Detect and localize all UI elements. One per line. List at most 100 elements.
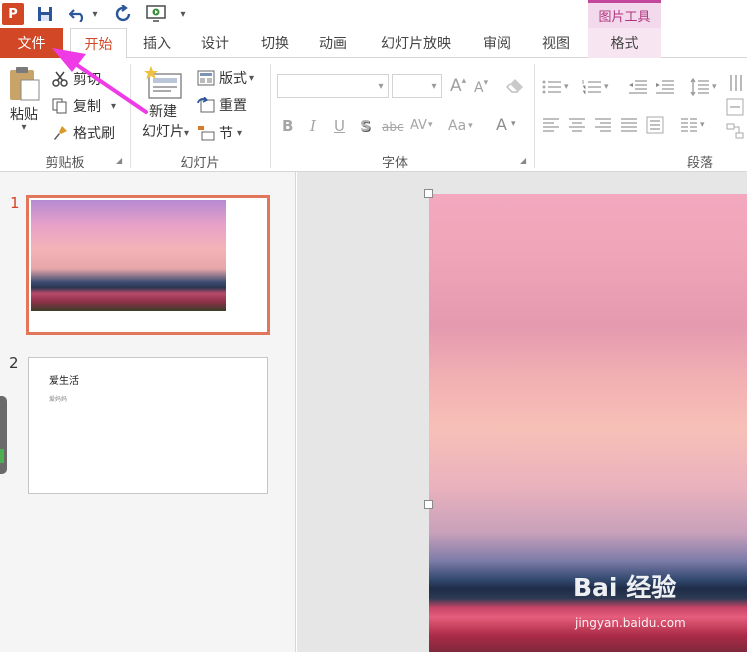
slide-thumbnail-1[interactable] [26, 195, 270, 335]
columns-button[interactable]: ▾ [680, 114, 705, 136]
copy-label: 复制 [73, 99, 101, 115]
reset-label: 重置 [219, 98, 247, 114]
eraser-icon [506, 77, 526, 95]
increase-indent-button[interactable] [655, 76, 675, 98]
tab-transitions[interactable]: 切换 [250, 28, 300, 58]
save-icon[interactable] [34, 3, 56, 25]
font-color-button[interactable]: A ▾ [496, 112, 515, 136]
new-slide-label-line1: 新建 [149, 104, 177, 120]
align-left-button[interactable] [542, 114, 560, 136]
tab-animations[interactable]: 动画 [308, 28, 358, 58]
grow-font-icon: A [450, 76, 462, 96]
tab-slideshow[interactable]: 幻灯片放映 [370, 28, 462, 58]
slide-thumbnail-pane: 1 2 爱生活 爱妈妈 [0, 172, 296, 652]
cut-button[interactable]: 剪切 [50, 68, 101, 90]
copy-button[interactable]: 复制 ▾ [50, 95, 116, 117]
font-launcher-icon[interactable]: ◢ [520, 156, 526, 165]
clipboard-launcher-icon[interactable]: ◢ [116, 156, 122, 165]
numbering-button[interactable]: ▾ [582, 76, 609, 98]
tab-format[interactable]: 格式 [588, 28, 661, 58]
justify-button[interactable] [620, 114, 638, 136]
tab-home[interactable]: 开始 [70, 28, 127, 59]
italic-button[interactable]: I [310, 114, 316, 138]
cut-label: 剪切 [73, 72, 101, 88]
resize-handle-middle-left[interactable] [424, 500, 433, 509]
line-spacing-dropdown-arrow[interactable]: ▾ [712, 82, 717, 92]
section-label: 节 [219, 126, 233, 142]
text-direction-icon [728, 73, 746, 93]
brush-icon [50, 125, 70, 141]
tab-review[interactable]: 审阅 [472, 28, 522, 58]
section-icon [196, 125, 216, 141]
tab-design[interactable]: 设计 [190, 28, 240, 58]
layout-dropdown-arrow[interactable]: ▾ [249, 73, 254, 84]
group-divider [534, 64, 535, 168]
redo-icon[interactable] [112, 3, 136, 25]
font-name-combobox[interactable]: ▾ [277, 74, 389, 98]
new-slide-icon [143, 66, 183, 100]
bullets-dropdown-arrow[interactable]: ▾ [564, 82, 569, 92]
bullets-icon [542, 79, 562, 95]
paste-button[interactable]: 粘贴 ▾ [4, 66, 44, 138]
format-painter-button[interactable]: 格式刷 [50, 122, 115, 144]
bold-button[interactable]: B [282, 114, 293, 138]
numbering-dropdown-arrow[interactable]: ▾ [604, 82, 609, 92]
change-case-icon: Aa [448, 118, 467, 134]
text-direction-button[interactable] [728, 72, 746, 94]
text-shadow-button[interactable]: S [360, 114, 371, 138]
strikethrough-button[interactable]: abc [382, 115, 404, 139]
shrink-font-button[interactable]: A ▾ [474, 76, 488, 100]
copy-dropdown-arrow[interactable]: ▾ [111, 101, 116, 112]
tab-insert[interactable]: 插入 [132, 28, 182, 58]
powerpoint-logo[interactable]: P [2, 3, 24, 25]
align-text-icon [726, 98, 744, 116]
font-size-dropdown-arrow[interactable]: ▾ [427, 81, 441, 92]
new-slide-dropdown-arrow[interactable]: ▾ [184, 128, 189, 139]
undo-dropdown-arrow[interactable]: ▾ [90, 3, 100, 25]
paragraph-group-label: 段落 [686, 156, 713, 171]
section-button[interactable]: 节 ▾ [196, 122, 242, 144]
character-spacing-button[interactable]: AV ▾ [410, 113, 433, 137]
layout-button[interactable]: 版式 ▾ [196, 67, 254, 89]
tab-view[interactable]: 视图 [531, 28, 581, 58]
customize-toolbar-arrow[interactable]: ▾ [176, 3, 190, 25]
change-case-button[interactable]: Aa ▾ [448, 114, 473, 138]
font-size-combobox[interactable]: ▾ [392, 74, 442, 98]
font-color-dropdown-arrow[interactable]: ▾ [511, 119, 516, 129]
section-dropdown-arrow[interactable]: ▾ [237, 128, 242, 139]
thumbnail-tulip-image [31, 200, 226, 311]
powerpoint-window: P ▾ ▾ 图片工具 文件 开始 插入 设计 切换 动画 幻灯片放映 审阅 视图… [0, 0, 747, 652]
from-beginning-icon[interactable] [145, 3, 169, 25]
align-center-icon [568, 117, 586, 133]
group-divider [130, 64, 131, 168]
distributed-button[interactable] [646, 114, 664, 136]
paste-icon [7, 66, 41, 102]
decrease-indent-button[interactable] [628, 76, 648, 98]
slide-number-2: 2 [9, 354, 19, 372]
thumbnail-2-subtitle: 爱妈妈 [49, 396, 68, 403]
shrink-font-caret: ▾ [483, 78, 489, 88]
slide-thumbnail-2[interactable]: 爱生活 爱妈妈 [28, 357, 268, 494]
convert-smartart-button[interactable] [726, 120, 744, 142]
underline-button[interactable]: U [334, 114, 345, 138]
reset-button[interactable]: 重置 [196, 94, 247, 116]
undo-icon[interactable] [66, 3, 90, 25]
paste-dropdown-arrow[interactable]: ▾ [21, 123, 26, 133]
ribbon-tabs: 文件 开始 插入 设计 切换 动画 幻灯片放映 审阅 视图 格式 [0, 28, 747, 59]
change-case-dropdown-arrow[interactable]: ▾ [468, 121, 473, 131]
resize-handle-top-left[interactable] [424, 189, 433, 198]
line-spacing-button[interactable]: ▾ [690, 76, 717, 98]
font-name-dropdown-arrow[interactable]: ▾ [374, 81, 388, 92]
align-center-button[interactable] [568, 114, 586, 136]
columns-icon [680, 117, 698, 133]
spacing-dropdown-arrow[interactable]: ▾ [428, 120, 433, 130]
tab-file[interactable]: 文件 [0, 28, 63, 58]
copy-icon [50, 98, 70, 114]
bullets-button[interactable]: ▾ [542, 76, 569, 98]
align-text-button[interactable] [726, 96, 744, 118]
columns-dropdown-arrow[interactable]: ▾ [700, 120, 705, 130]
clear-formatting-button[interactable] [506, 74, 526, 98]
align-right-button[interactable] [594, 114, 612, 136]
watermark-logo: Bai 经验 [573, 573, 677, 602]
grow-font-button[interactable]: A ▴ [450, 74, 466, 98]
